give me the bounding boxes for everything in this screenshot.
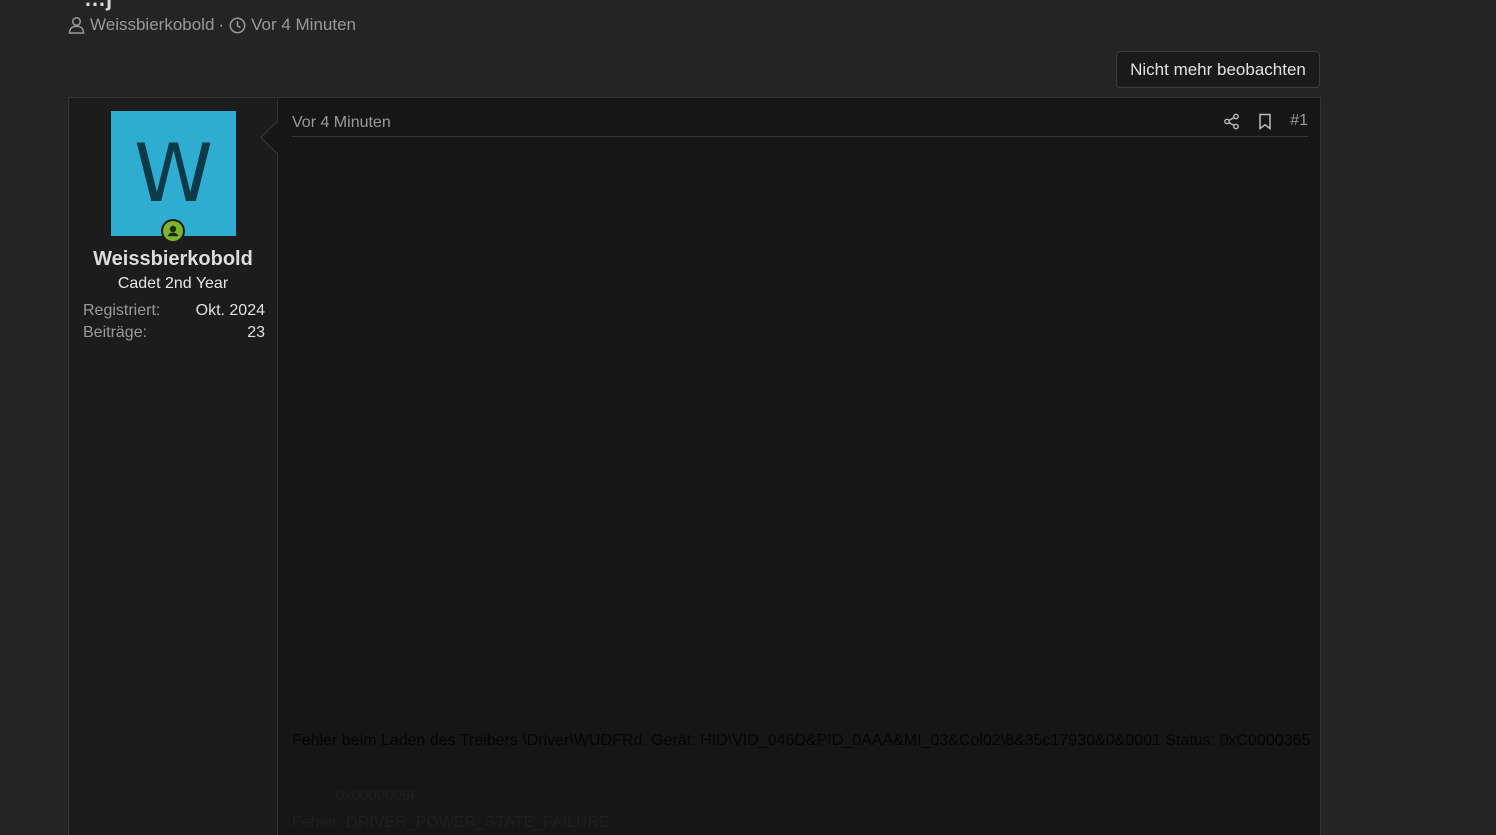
stat-registered-label: Registriert:	[83, 302, 161, 319]
stat-registered: Registriert: Okt. 2024	[83, 302, 265, 320]
share-icon[interactable]	[1223, 113, 1240, 130]
thread-page: …j Weissbierkobold · Vor 4 Minuten Nicht…	[0, 0, 1496, 835]
meta-separator: ·	[218, 15, 225, 34]
stat-posts-label: Beiträge:	[83, 324, 148, 341]
stat-posts: Beiträge: 23	[83, 324, 265, 342]
stat-registered-value: Okt. 2024	[195, 302, 265, 319]
thread-meta: Weissbierkobold · Vor 4 Minuten	[68, 15, 356, 35]
thread-title: …j	[84, 0, 112, 12]
post-body-line: 0x0000009F	[336, 787, 420, 804]
post-user-cell: W Weissbierkobold Cadet 2nd Year Registr…	[69, 98, 278, 835]
message-header: Vor 4 Minuten #1	[292, 98, 1308, 137]
post-body-line: Fehler: DRIVER_POWER_STATE_FAILURE	[292, 814, 610, 831]
user-title: Cadet 2nd Year	[117, 275, 229, 292]
online-status-icon	[161, 219, 185, 243]
unwatch-button[interactable]: Nicht mehr beobachten	[1116, 51, 1320, 88]
user-icon	[68, 16, 85, 34]
thread-author-link[interactable]: Weissbierkobold	[90, 15, 214, 35]
bookmark-icon[interactable]	[1258, 113, 1272, 130]
post-date-link[interactable]: Vor 4 Minuten	[292, 114, 391, 132]
avatar[interactable]: W	[111, 111, 236, 236]
thread-time-link[interactable]: Vor 4 Minuten	[251, 15, 356, 35]
message-actions: #1	[1205, 112, 1308, 130]
stat-posts-value[interactable]: 23	[247, 324, 265, 342]
post-username[interactable]: Weissbierkobold	[69, 248, 277, 271]
post-body-line: Fehler beim Laden des Treibers \Driver\W…	[292, 732, 1311, 749]
post-number-link[interactable]: #1	[1290, 112, 1308, 130]
post: W Weissbierkobold Cadet 2nd Year Registr…	[68, 97, 1321, 835]
clock-icon	[229, 17, 246, 34]
